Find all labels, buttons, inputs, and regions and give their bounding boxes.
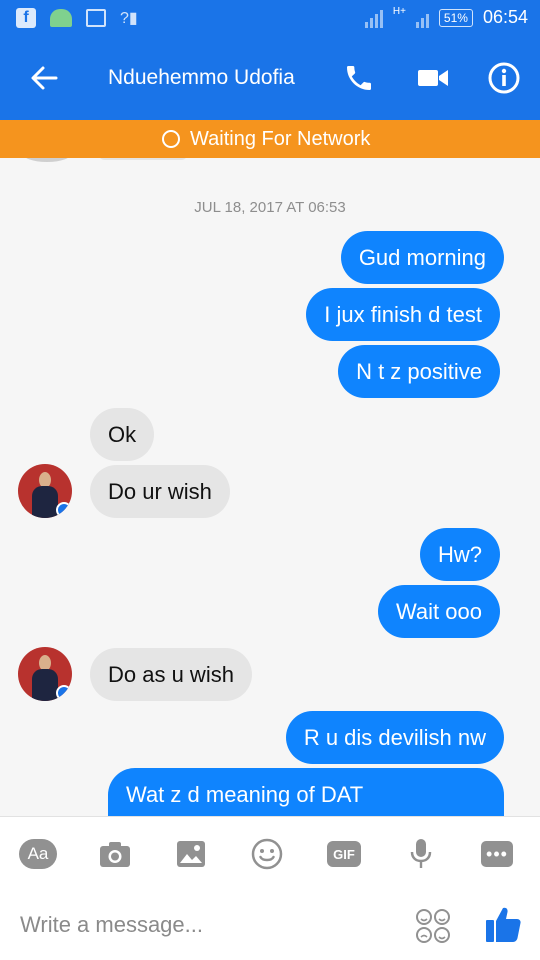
message-bubble-outgoing[interactable]: Wait ooo xyxy=(377,585,500,638)
emoji-icon xyxy=(251,838,283,870)
network-status-text: Waiting For Network xyxy=(190,128,371,150)
camera-button[interactable] xyxy=(95,837,135,871)
back-arrow-icon[interactable] xyxy=(28,62,60,94)
image-notification-icon xyxy=(86,9,106,27)
phone-call-icon[interactable] xyxy=(343,60,375,96)
status-bar: f ?▮ H+ 51% 06:54 xyxy=(0,0,540,36)
video-call-icon[interactable] xyxy=(415,62,451,94)
info-icon[interactable] xyxy=(486,60,522,96)
message-bubble-outgoing[interactable]: Hw? xyxy=(419,528,500,581)
message-bubble-incoming[interactable]: Do ur wish xyxy=(90,465,230,518)
contact-name[interactable]: Nduehemmo Udofia xyxy=(108,66,295,90)
message-bubble-outgoing[interactable]: I jux finish d test xyxy=(306,288,500,341)
messenger-badge-icon xyxy=(56,685,72,701)
contact-avatar[interactable] xyxy=(18,464,72,518)
voice-button[interactable] xyxy=(401,837,441,871)
message-timestamp: JUL 18, 2017 AT 06:53 xyxy=(194,199,346,216)
message-bubble-outgoing[interactable]: N t z positive xyxy=(338,345,500,398)
microphone-icon xyxy=(410,839,432,868)
message-bubble-outgoing[interactable]: Wat z d meaning of DAT xyxy=(108,768,504,816)
emoji-button[interactable] xyxy=(247,837,287,871)
text-format-button[interactable]: Aa xyxy=(18,837,58,871)
composer-toolbar: Aa GIF ••• xyxy=(0,816,540,891)
android-icon xyxy=(50,9,72,27)
facebook-notification-icon: f xyxy=(16,8,36,28)
previous-avatar xyxy=(22,158,72,162)
more-dots-icon: ••• xyxy=(481,841,513,867)
network-status-banner: Waiting For Network xyxy=(0,120,540,158)
message-input[interactable] xyxy=(18,904,382,946)
contact-avatar[interactable] xyxy=(18,647,72,701)
conversation-header: Nduehemmo Udofia xyxy=(0,36,540,120)
text-format-label: Aa xyxy=(19,839,57,869)
messenger-badge-icon xyxy=(56,502,72,518)
message-bubble-incoming[interactable]: Ok xyxy=(90,408,155,461)
clock: 06:54 xyxy=(482,7,528,27)
image-icon xyxy=(177,841,205,867)
loading-spinner-icon xyxy=(162,130,180,148)
gif-button[interactable]: GIF xyxy=(324,837,364,871)
camera-icon xyxy=(100,842,130,867)
gif-label: GIF xyxy=(327,841,361,867)
gallery-button[interactable] xyxy=(171,837,211,871)
thumbs-up-icon[interactable] xyxy=(484,904,522,944)
message-bubble-incoming[interactable]: Do as u wish xyxy=(90,648,252,701)
message-bubble-outgoing[interactable]: R u dis devilish nw xyxy=(285,711,504,764)
previous-message xyxy=(98,158,188,160)
more-options-button[interactable]: ••• xyxy=(477,837,517,871)
battery-indicator: 51% xyxy=(438,8,473,27)
network-type: H+ xyxy=(392,6,406,17)
sticker-icon[interactable] xyxy=(414,908,452,944)
signal-icon xyxy=(364,8,383,28)
signal-icon-2 xyxy=(415,8,429,28)
message-thread[interactable]: JUL 18, 2017 AT 06:53 Gud morning I jux … xyxy=(0,158,540,816)
message-bubble-outgoing[interactable]: Gud morning xyxy=(340,231,504,284)
no-signal-icon: ?▮ xyxy=(120,10,138,27)
message-composer xyxy=(0,890,540,960)
